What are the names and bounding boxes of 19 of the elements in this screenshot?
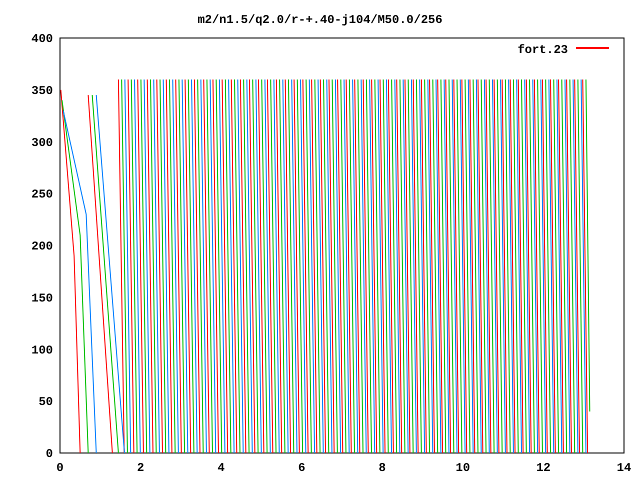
y-tick-label: 300 (31, 136, 53, 150)
x-tick-label: 10 (456, 461, 470, 475)
x-tick-label: 12 (536, 461, 551, 475)
x-tick-label: 6 (298, 461, 306, 475)
y-tick-label: 200 (31, 240, 53, 254)
y-tick-label: 350 (31, 84, 53, 98)
x-tick-label: 0 (56, 461, 64, 475)
x-tick-label: 14 (616, 461, 632, 475)
x-tick-label: 4 (218, 461, 225, 475)
y-tick-label: 150 (31, 291, 53, 306)
chart-title: m2/n1.5/q2.0/r-+.40-j104/M50.0/256 (198, 13, 442, 27)
x-tick-label: 2 (136, 461, 144, 475)
y-tick-label: 0 (46, 447, 53, 461)
x-tick-label: 8 (378, 461, 386, 475)
y-tick-label: 100 (31, 343, 53, 358)
y-tick-label: 400 (31, 32, 53, 46)
legend-label: fort.23 (518, 43, 568, 57)
y-tick-label: 50 (38, 395, 53, 410)
y-tick-label: 250 (31, 188, 53, 202)
